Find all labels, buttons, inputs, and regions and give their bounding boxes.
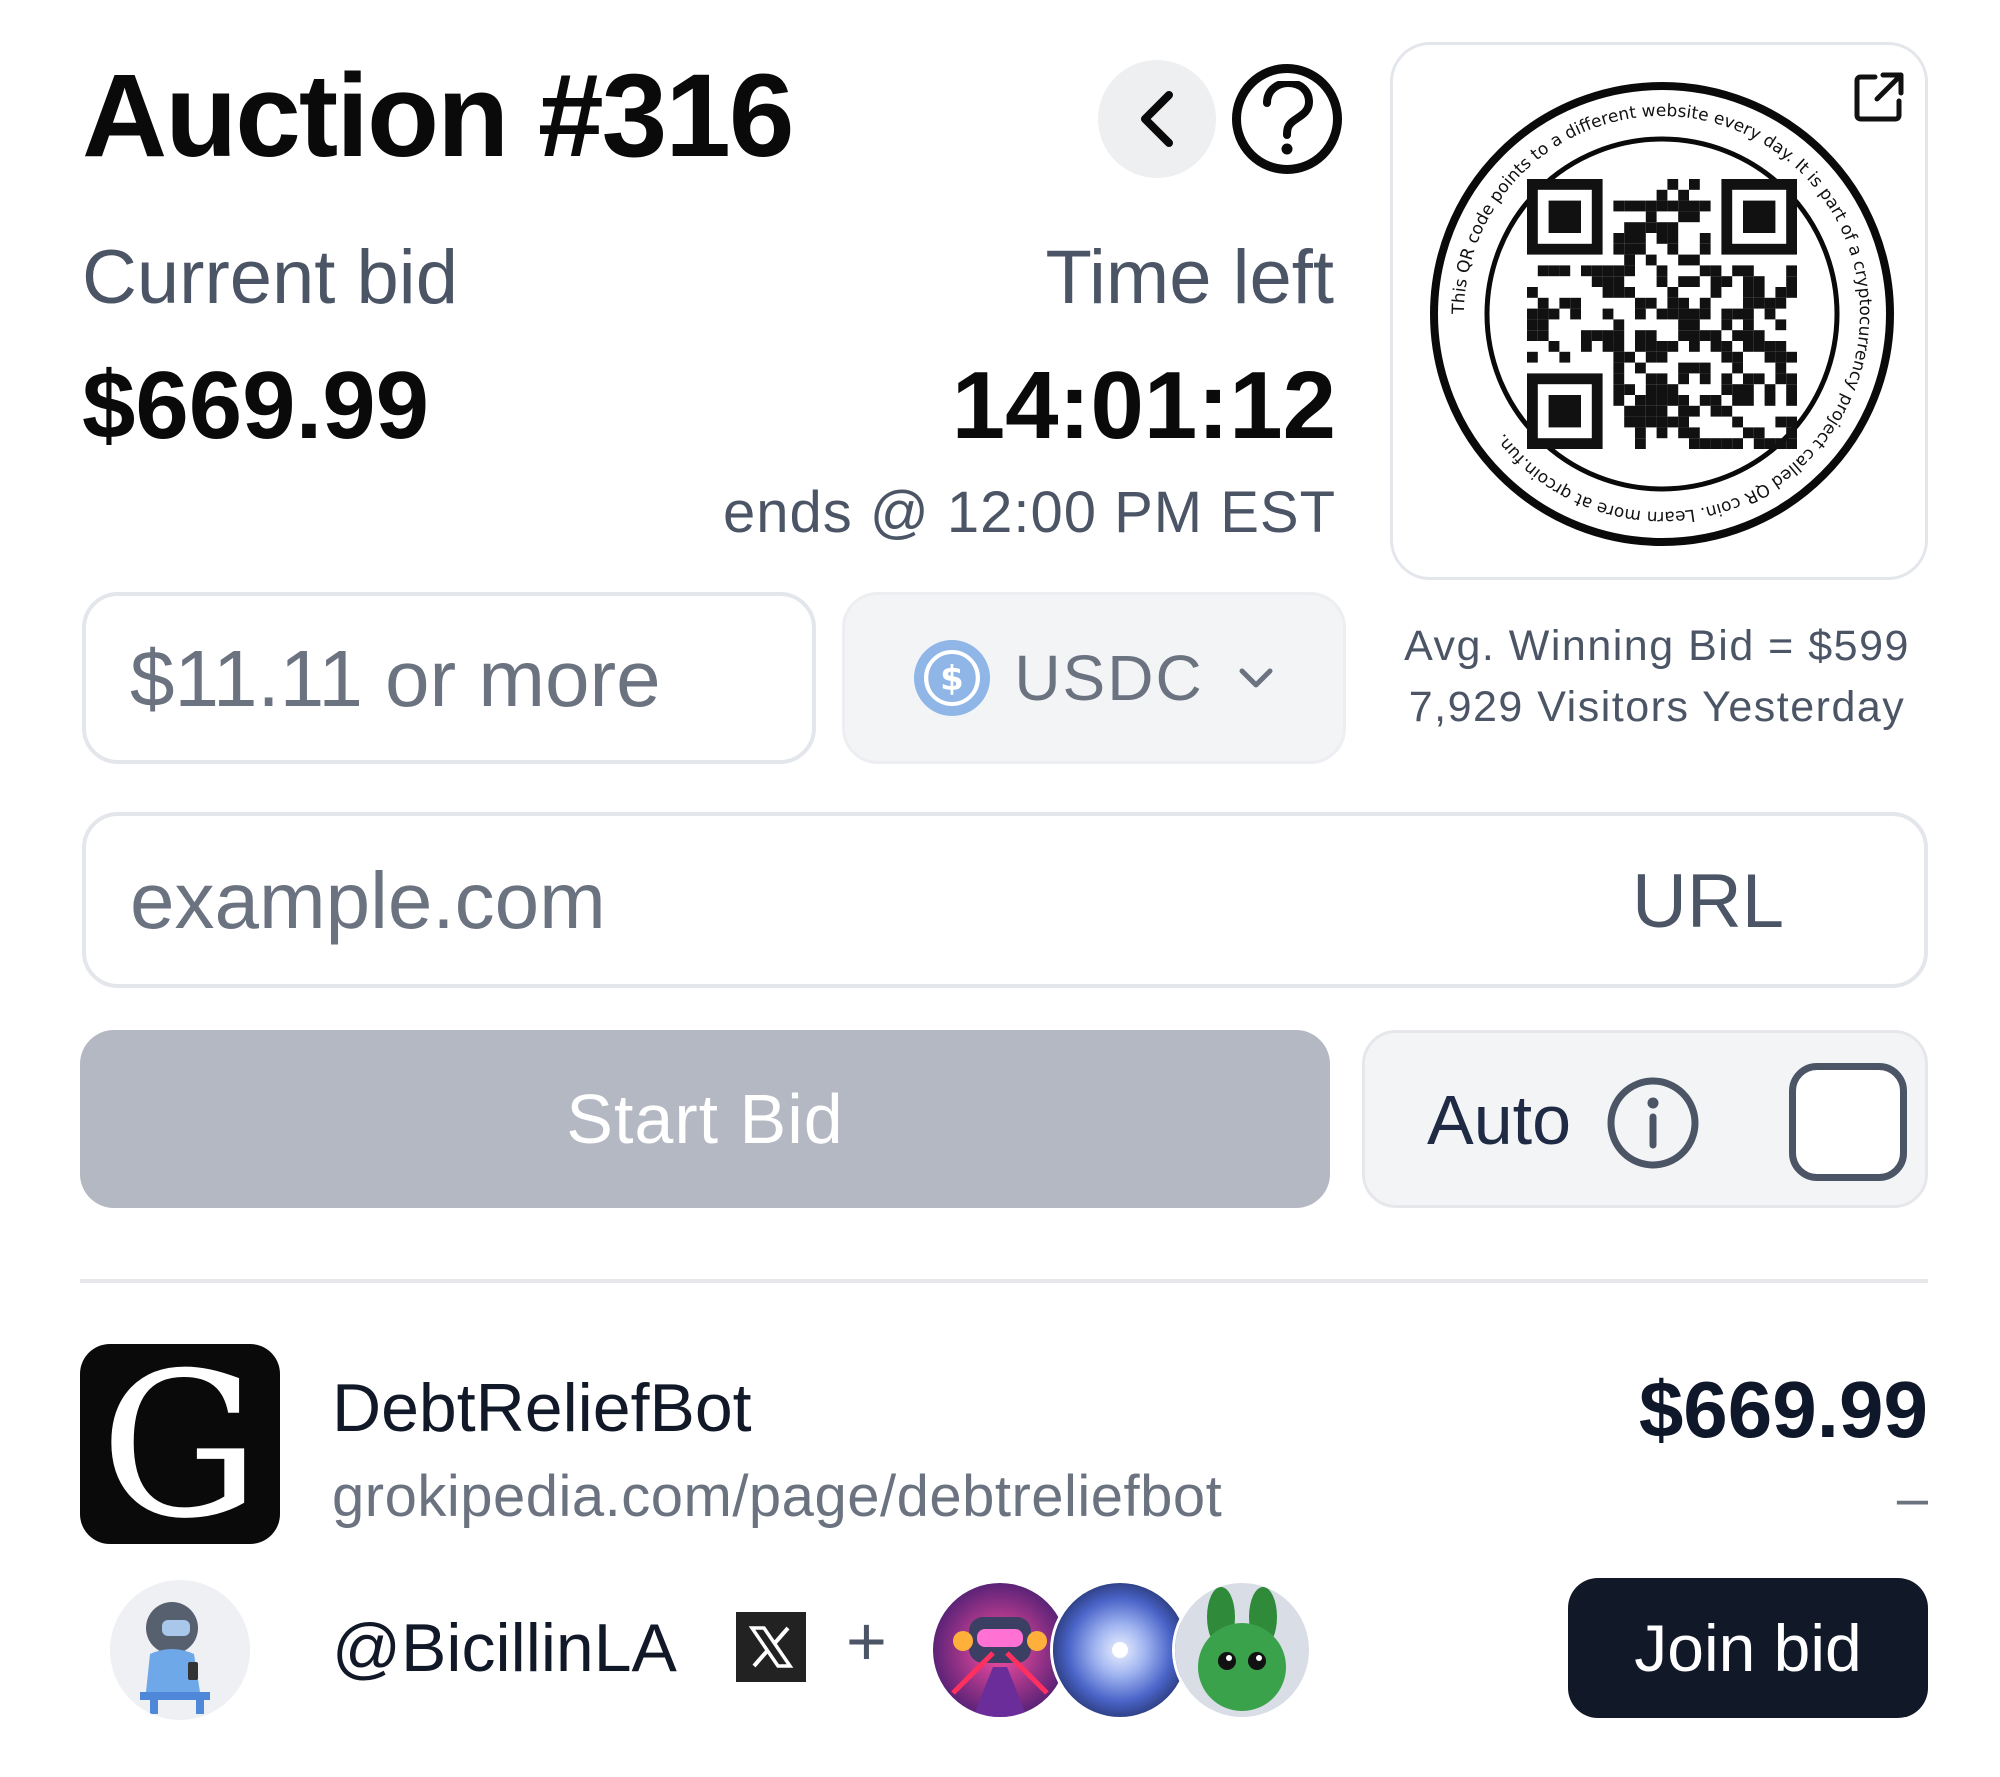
- bidder-avatar[interactable]: [110, 1580, 250, 1720]
- joiner-avatar-orb[interactable]: [1050, 1580, 1190, 1720]
- svg-text:$: $: [940, 659, 964, 699]
- qr-code-image: This QR code points to a different websi…: [1430, 82, 1894, 546]
- time-left-label: Time left: [1045, 235, 1334, 320]
- usdc-icon: $: [914, 640, 991, 716]
- current-bid-value: $669.99: [82, 352, 430, 459]
- page-title: Auction #316: [82, 50, 794, 182]
- orb-avatar-icon: [1053, 1583, 1187, 1717]
- plus-sign: +: [846, 1602, 887, 1680]
- countdown-timer: 14:01:12: [951, 352, 1336, 459]
- entry-name: DebtReliefBot: [332, 1370, 752, 1446]
- chevron-down-icon: [1239, 668, 1273, 688]
- x-glyph-icon: [748, 1626, 794, 1668]
- currency-label: USDC: [1014, 642, 1204, 714]
- robot-avatar-icon: [933, 1583, 1067, 1717]
- x-logo-icon[interactable]: [736, 1612, 806, 1682]
- bidder-handle[interactable]: @BicillinLA: [332, 1614, 677, 1682]
- entry-url[interactable]: grokipedia.com/page/debtreliefbot: [332, 1468, 1222, 1526]
- bid-amount-input[interactable]: [128, 596, 772, 762]
- entry-amount: $669.99: [1638, 1365, 1928, 1454]
- visitors-yesterday: 7,929 Visitors Yesterday: [1408, 683, 1906, 731]
- info-icon[interactable]: [1605, 1075, 1701, 1171]
- astronaut-avatar-icon: [110, 1580, 250, 1720]
- logo-letter: G: [100, 1344, 260, 1545]
- help-button[interactable]: [1232, 64, 1342, 174]
- current-bid-label: Current bid: [82, 235, 458, 320]
- joiner-avatar-robot[interactable]: [930, 1580, 1070, 1720]
- question-mark-icon: [1263, 81, 1314, 155]
- entry-dash: –: [1896, 1466, 1928, 1529]
- qr-code-card[interactable]: This QR code points to a different websi…: [1390, 42, 1928, 580]
- start-bid-button[interactable]: Start Bid: [80, 1030, 1330, 1208]
- chevron-left-icon: [1141, 91, 1173, 147]
- join-bid-button[interactable]: Join bid: [1568, 1578, 1928, 1718]
- url-field[interactable]: URL: [82, 812, 1928, 988]
- avg-winning-bid: Avg. Winning Bid = $599: [1404, 622, 1910, 670]
- green-bunny-avatar-icon: [1175, 1583, 1309, 1717]
- auto-label: Auto: [1427, 1081, 1571, 1159]
- divider: [80, 1279, 1928, 1283]
- joiner-avatar-bunny[interactable]: [1172, 1580, 1312, 1720]
- back-button[interactable]: [1098, 60, 1216, 178]
- url-input[interactable]: [128, 816, 1582, 986]
- currency-select[interactable]: $ USDC: [842, 592, 1346, 764]
- bid-amount-field[interactable]: [82, 592, 816, 764]
- auction-end-time: ends @ 12:00 PM EST: [722, 480, 1336, 545]
- auto-bid-toggle[interactable]: Auto: [1362, 1030, 1928, 1208]
- url-suffix-label: URL: [1631, 859, 1784, 944]
- auto-checkbox[interactable]: [1789, 1063, 1907, 1181]
- grokipedia-logo: G: [80, 1344, 280, 1544]
